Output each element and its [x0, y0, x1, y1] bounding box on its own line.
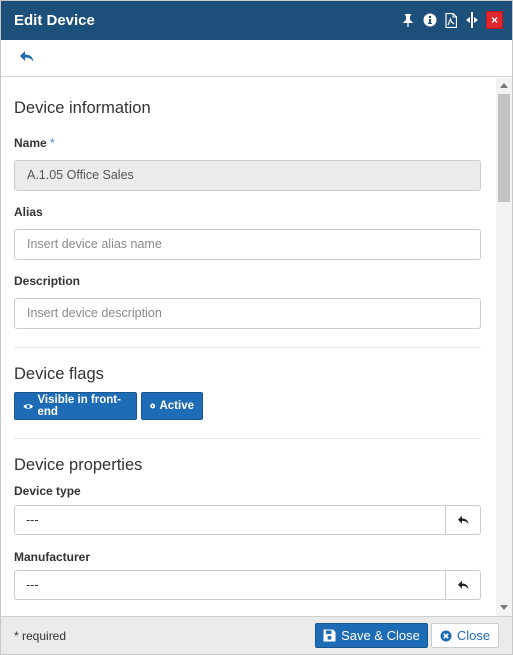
- close-button[interactable]: Close: [431, 623, 499, 648]
- edit-device-dialog: Edit Device × Device information Name * …: [0, 0, 513, 655]
- alias-field[interactable]: Insert device alias name: [14, 229, 481, 260]
- close-label: Close: [456, 628, 491, 643]
- dialog-titlebar: Edit Device ×: [1, 1, 512, 40]
- device-type-reset-button[interactable]: [445, 505, 481, 535]
- active-button[interactable]: Active: [141, 392, 203, 420]
- description-label: Description: [14, 274, 81, 288]
- section-title-device-information: Device information: [14, 99, 151, 117]
- pdf-icon[interactable]: [443, 11, 459, 29]
- device-type-select[interactable]: ---: [14, 505, 446, 535]
- undo-icon: [457, 515, 469, 524]
- eye-icon: [23, 403, 34, 409]
- visible-in-front-end-label: Visible in front-end: [37, 394, 121, 418]
- pin-icon[interactable]: [400, 11, 416, 29]
- required-note: * required: [14, 629, 67, 643]
- dialog-title: Edit Device: [14, 12, 95, 29]
- manufacturer-select-group: ---: [14, 570, 481, 600]
- device-type-label: Device type: [14, 484, 81, 498]
- dialog-toolbar: [1, 40, 512, 77]
- alias-label: Alias: [14, 205, 43, 219]
- save-icon: [323, 629, 336, 642]
- name-field[interactable]: A.1.05 Office Sales: [14, 160, 481, 191]
- save-and-close-button[interactable]: Save & Close: [315, 623, 428, 648]
- info-icon[interactable]: [422, 11, 438, 29]
- save-and-close-label: Save & Close: [341, 628, 420, 643]
- section-divider: [14, 438, 481, 439]
- resize-icon[interactable]: [464, 11, 480, 29]
- scrollbar-thumb[interactable]: [498, 94, 510, 202]
- name-label-text: Name: [14, 136, 47, 150]
- back-arrow-icon[interactable]: [19, 50, 37, 66]
- device-type-select-group: ---: [14, 505, 481, 535]
- close-icon[interactable]: ×: [486, 11, 503, 29]
- required-marker: *: [50, 136, 55, 150]
- manufacturer-label: Manufacturer: [14, 550, 91, 564]
- manufacturer-reset-button[interactable]: [445, 570, 481, 600]
- section-title-device-flags: Device flags: [14, 365, 104, 383]
- description-field[interactable]: Insert device description: [14, 298, 481, 329]
- manufacturer-select[interactable]: ---: [14, 570, 446, 600]
- name-label: Name *: [14, 136, 55, 150]
- scroll-up-arrow-icon[interactable]: [500, 83, 508, 88]
- dialog-footer: * required Save & Close Close: [1, 616, 512, 654]
- scroll-down-arrow-icon[interactable]: [500, 605, 508, 610]
- play-circle-icon: [150, 403, 156, 409]
- close-circle-icon: [440, 630, 452, 641]
- undo-icon: [457, 580, 469, 589]
- dialog-content: Device information Name * A.1.05 Office …: [1, 78, 496, 616]
- section-title-device-properties: Device properties: [14, 456, 143, 474]
- section-divider: [14, 347, 481, 348]
- visible-in-front-end-button[interactable]: Visible in front-end: [14, 392, 137, 420]
- content-scrollbar[interactable]: [496, 78, 512, 616]
- active-label: Active: [159, 400, 194, 412]
